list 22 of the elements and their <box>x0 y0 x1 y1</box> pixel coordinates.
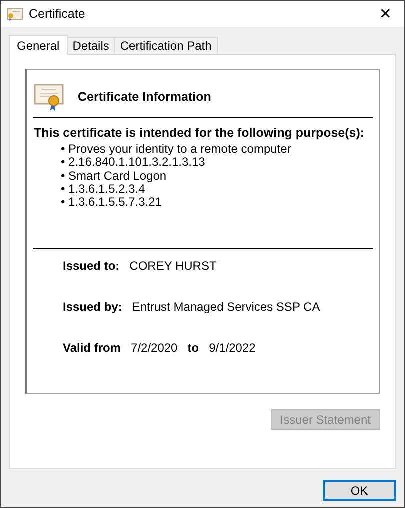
purpose-item: • Smart Card Logon <box>61 170 168 183</box>
certificate-icon <box>34 82 64 112</box>
field-label: Valid from <box>63 341 122 356</box>
certificate-icon <box>7 7 23 21</box>
field-value: Entrust Managed Services SSP CA <box>132 300 320 314</box>
field-value: COREY HURST <box>130 259 217 274</box>
close-button[interactable]: ✕ <box>375 5 396 23</box>
purpose-item: • 2.16.840.1.101.3.2.1.3.13 <box>61 156 206 170</box>
purpose-item: • 1.3.6.1.5.2.3.4 <box>61 182 146 196</box>
heading: Certificate Information <box>78 90 212 104</box>
purpose-item: • 1.3.6.1.5.5.7.3.21 <box>61 196 163 210</box>
field-value: 9/1/2022 <box>209 341 256 356</box>
purpose-title: This certificate is intended for the following purpose(s): <box>34 126 366 140</box>
field-value: 7/2/2020 <box>131 341 178 356</box>
purpose-item: • Proves your identity to a remote computer <box>61 143 292 156</box>
tab[interactable]: General <box>9 35 68 55</box>
field-label: Issued by: <box>63 300 122 314</box>
tab[interactable]: Certification Path <box>114 37 218 54</box>
window-title: Certificate <box>29 7 86 21</box>
ok-button[interactable]: OK <box>323 480 396 501</box>
field-label: to <box>188 341 200 356</box>
field-label: Issued to: <box>63 259 120 274</box>
